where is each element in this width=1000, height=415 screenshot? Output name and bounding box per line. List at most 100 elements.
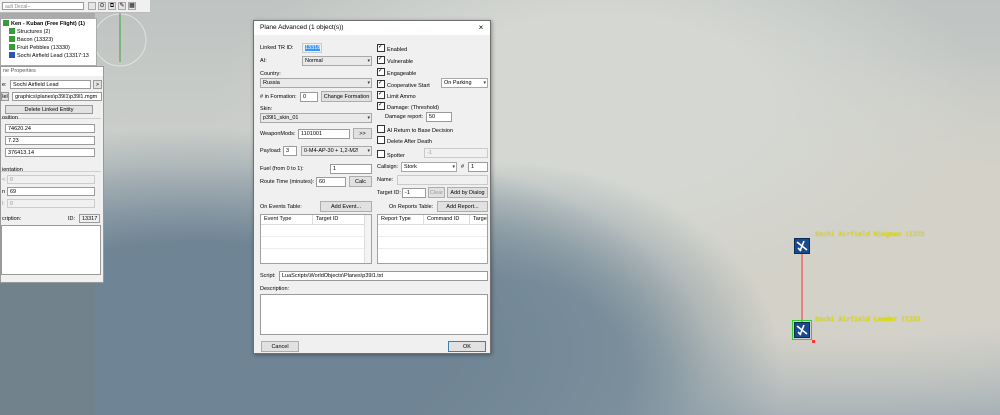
group-icon [3, 20, 9, 26]
callsign-number-label: # [461, 164, 465, 170]
delete-after-death-checkbox[interactable]: Delete After Death [377, 136, 432, 145]
events-scrollbar[interactable] [364, 215, 371, 263]
structure-icon [9, 28, 15, 34]
reports-table[interactable]: Report Type Command ID Targe [377, 214, 488, 264]
id-label: ID: [68, 216, 76, 222]
target-id-field[interactable]: -1 [402, 188, 426, 198]
ok-button[interactable]: OK [448, 341, 486, 352]
tree-item[interactable]: Fruit Pebbles (13330) [9, 44, 70, 52]
add-event-button[interactable]: Add Event... [320, 201, 372, 212]
top-toolbar: ault Decal-- ⊙ ⧉ ✎ ▦ [0, 0, 150, 13]
clear-button[interactable]: Clear [428, 187, 445, 198]
linked-tr-field[interactable]: 13318 [302, 43, 322, 53]
add-by-dialog-button[interactable]: Add by Dialog [447, 187, 488, 198]
target-icon[interactable]: ⊙ [98, 2, 106, 10]
spotter-field[interactable]: -1 [424, 148, 488, 158]
weaponmods-label: WeaponMods: [260, 131, 296, 137]
ai-select[interactable]: Normal ▾ [302, 56, 372, 66]
ai-return-checkbox[interactable]: AI Return to Base Decision [377, 125, 453, 134]
chevron-down-icon: ▾ [483, 80, 486, 86]
cancel-button[interactable]: Cancel [261, 341, 299, 352]
checkbox-box [377, 79, 385, 88]
selection-handle[interactable] [812, 340, 815, 343]
checkbox-box [377, 150, 385, 158]
calc-button[interactable]: Calc [349, 176, 372, 187]
plane-marker-wingman[interactable] [794, 238, 810, 254]
orientation-3-field[interactable]: 0 [7, 199, 95, 208]
description-textarea[interactable] [260, 294, 488, 335]
reports-col-target[interactable]: Targe [470, 215, 487, 224]
spotter-checkbox[interactable]: Spotter [377, 150, 405, 159]
skin-select[interactable]: p39l1_skin_01 ▾ [260, 113, 372, 123]
events-table-header: Event Type Target ID [261, 215, 367, 225]
row-divider [261, 236, 367, 237]
enabled-checkbox[interactable]: Enabled [377, 43, 407, 53]
properties-title: ne Properties [1, 67, 103, 76]
orientation-2-field[interactable]: 69 [7, 187, 95, 196]
payload-select[interactable]: 0-M4-AP-30 + 1,2-M2! ▾ [301, 146, 372, 156]
limit-ammo-checkbox[interactable]: Limit Ammo [377, 90, 416, 100]
position-x-field[interactable]: 74620.24 [5, 124, 95, 133]
reports-col-report-type[interactable]: Report Type [378, 215, 424, 224]
callsign-select[interactable]: Stork ▾ [401, 162, 457, 172]
grid-icon[interactable]: ▦ [128, 2, 136, 10]
payload-field[interactable]: 3 [283, 146, 297, 156]
fuel-field[interactable]: 1 [330, 164, 372, 174]
name-field[interactable] [397, 175, 488, 185]
add-report-button[interactable]: Add Report... [437, 201, 488, 212]
reports-col-command-id[interactable]: Command ID [424, 215, 470, 224]
script-field[interactable]: LuaScripts\WorldObjects\Planes\p39l1.txt [279, 271, 488, 281]
country-select[interactable]: Russia ▾ [260, 78, 372, 88]
map-viewport[interactable] [0, 0, 1000, 415]
name-field[interactable]: Sochi Airfield Lead [10, 80, 91, 89]
object-tree[interactable]: Ken - Kuban (Free Flight) (1) Structures… [0, 18, 97, 66]
orientation-label: ientation [2, 167, 23, 173]
damage-report-field[interactable]: 50 [426, 112, 452, 122]
vulnerable-checkbox[interactable]: Vulnerable [377, 55, 413, 65]
orientation-1-field[interactable]: 0 [7, 175, 95, 184]
toolbar-button-1[interactable] [88, 2, 96, 10]
close-icon[interactable]: × [476, 21, 486, 35]
events-col-target-id[interactable]: Target ID [313, 215, 367, 224]
reports-table-header: Report Type Command ID Targe [378, 215, 487, 225]
position-z-field[interactable]: 376413.14 [5, 148, 95, 157]
damage-threshold-checkbox[interactable]: Damage: (Threshold) [377, 101, 439, 111]
events-table[interactable]: Event Type Target ID [260, 214, 372, 264]
weaponmods-field[interactable]: 1101001 [298, 129, 350, 139]
row-divider [261, 248, 367, 249]
checkbox-box [377, 67, 385, 76]
description-label: Description: [260, 286, 290, 292]
tree-item[interactable]: Structures (2) [9, 28, 50, 36]
route-time-field[interactable]: 60 [316, 177, 346, 187]
callsign-number-field[interactable]: 1 [468, 162, 488, 172]
script-label: Script: [260, 273, 276, 279]
marker-label-leader: Sochi Airfield Leader (1331 [815, 315, 921, 323]
pencil-icon[interactable]: ✎ [118, 2, 126, 10]
copy-icon[interactable]: ⧉ [108, 2, 116, 10]
events-col-event-type[interactable]: Event Type [261, 215, 313, 224]
cooperative-start-checkbox[interactable]: Cooperative Start [377, 79, 430, 89]
position-y-field[interactable]: 7.23 [5, 136, 95, 145]
model-button[interactable]: lel [1, 92, 9, 101]
chevron-down-icon: ▾ [367, 80, 370, 86]
description-textarea[interactable] [1, 225, 101, 275]
route-time-label: Route Time (minutes): [260, 179, 315, 185]
in-formation-field[interactable]: 0 [300, 92, 318, 102]
decal-combo[interactable]: ault Decal-- [2, 2, 84, 10]
linked-tr-label: Linked TR ID: [260, 45, 294, 51]
plane-icon [9, 44, 15, 50]
damage-report-label: Damage report: [385, 114, 424, 120]
engageable-checkbox[interactable]: Engageable [377, 67, 416, 77]
name-label: e: [2, 82, 7, 88]
tree-item[interactable]: Sochi Airfield Lead (13317:13 [9, 52, 89, 60]
weaponmods-button[interactable]: >> [353, 128, 372, 139]
cooperative-start-select[interactable]: On Parking ▾ [441, 78, 488, 88]
tree-item[interactable]: Ken - Kuban (Free Flight) (1) [3, 20, 85, 28]
change-formation-button[interactable]: Change Formation [321, 91, 372, 102]
name-expand-button[interactable]: > [93, 80, 102, 89]
checkbox-box [377, 136, 385, 144]
delete-linked-entity-button[interactable]: Delete Linked Entity [5, 105, 93, 114]
plane-marker-leader[interactable] [792, 320, 812, 340]
tree-item[interactable]: Bacon (13323) [9, 36, 53, 44]
model-field[interactable]: graphics\planes\p39l1\p39l1.mgm [12, 92, 102, 101]
